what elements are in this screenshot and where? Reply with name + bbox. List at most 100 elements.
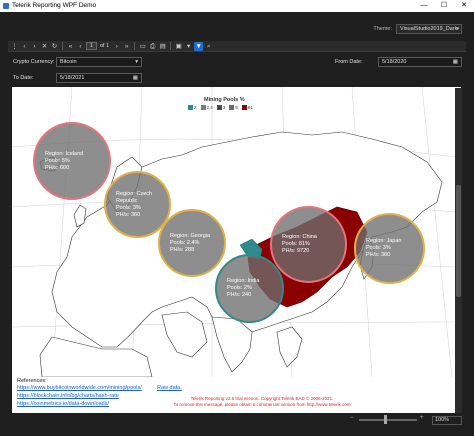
legend-item: 2.4 [200, 105, 213, 111]
legend-item: 81 [241, 105, 253, 111]
theme-select[interactable]: VisualStudio2019_Dark ▾ [396, 24, 462, 34]
window-title: Telerik Reporting WPF Demo [12, 2, 97, 9]
app-icon [3, 3, 9, 9]
bubble-phs: PH/s: 9720 [282, 248, 310, 254]
bubble-india: Region: India Pools: 2% PH/s: 240 [215, 254, 284, 323]
crypto-currency-label: Crypto Currency: [13, 59, 55, 65]
bubble-region: Region: Georgia [170, 232, 211, 239]
back-icon[interactable]: ‹ [20, 42, 29, 51]
to-date-picker[interactable]: 5/18/2021 ▦ [56, 73, 142, 83]
stop-icon[interactable]: ✕ [40, 42, 49, 51]
legend: 2 2.4 3 9 81 [188, 105, 253, 111]
legend-swatch [241, 105, 247, 111]
refresh-icon[interactable]: ↻ [50, 42, 59, 51]
legend-swatch [188, 105, 193, 111]
arabia-shape [161, 311, 208, 358]
vertical-scrollbar[interactable] [455, 88, 462, 413]
print-preview-icon[interactable]: ▭ [138, 42, 147, 51]
bubble-phs: PH/s: 240 [227, 292, 252, 298]
bubble-china: Region: China Pools: 81% PH/s: 9720 [270, 206, 347, 283]
to-date-value: 5/18/2021 [60, 75, 85, 81]
legend-label: 81 [247, 105, 253, 110]
next-page-icon[interactable]: › [112, 42, 121, 51]
legend-label: 9 [235, 105, 238, 110]
bubble-phs: PH/s: 288 [170, 246, 195, 253]
toolbar-divider [62, 42, 63, 50]
theme-row: Theme: VisualStudio2019_Dark ▾ [373, 24, 462, 34]
bubble-iceland: Region: Iceland Pools: 5% PH/s: 600 [33, 122, 111, 200]
legend-item: 2 [188, 105, 197, 111]
previous-page-icon[interactable]: ‹ [76, 42, 85, 51]
report-page: Mining Pools % 2 2.4 3 9 81 Region: Icel… [12, 87, 461, 413]
page-number-input[interactable]: 1 [86, 42, 97, 50]
legend-label: 3 [222, 105, 226, 110]
theme-label: Theme: [373, 26, 392, 32]
calendar-icon: ▦ [132, 75, 138, 81]
from-date-value: 5/18/2020 [382, 59, 407, 65]
filter-icon[interactable]: ▼ [194, 41, 204, 51]
bubble-phs: PH/s: 360 [116, 211, 141, 218]
zoom-slider[interactable] [359, 419, 417, 421]
search-icon[interactable]: ⌕ [204, 42, 213, 51]
trial-notice-line: To remove this message, please obtain a … [173, 402, 351, 407]
legend-swatch [200, 105, 206, 111]
toolbar-divider [134, 42, 136, 50]
from-date-picker[interactable]: 5/18/2020 ▦ [378, 57, 462, 67]
se-asia-shape [276, 326, 303, 368]
minimize-button[interactable]: — [414, 0, 434, 12]
crypto-currency-select[interactable]: Bitcoin ▾ [56, 57, 142, 67]
bubble-georgia: Region: Georgia Pools: 2.4% PH/s: 288 [158, 209, 226, 277]
scrollbar-thumb[interactable] [456, 185, 461, 297]
raw-data-link[interactable]: Raw data. [157, 385, 182, 391]
window-titlebar: Telerik Reporting WPF Demo — ☐ ✕ [0, 0, 474, 12]
bubble-japan: Region: Japan Pools: 3% PH/s: 360 [354, 213, 425, 284]
legend-swatch [216, 105, 222, 111]
references-title: References: [17, 378, 47, 384]
theme-value: VisualStudio2019_Dark [400, 26, 458, 32]
to-date-label: To Date: [13, 75, 34, 81]
calendar-icon: ▦ [452, 59, 458, 65]
print-icon[interactable]: ⎙ [148, 42, 157, 51]
reference-link[interactable]: https://www.buybitcoinworldwide.com/mini… [17, 385, 142, 391]
zoom-select[interactable]: 100% [432, 416, 462, 425]
bubble-pools: Pools: 3% [116, 204, 141, 211]
legend-item: 3 [216, 105, 226, 111]
toggle-doc-map-icon[interactable]: ⋮ [10, 42, 19, 51]
legend-label: 2 [194, 105, 197, 110]
bubble-region: Region: Iceland [45, 150, 84, 157]
bubble-region: Region: China [282, 234, 317, 240]
first-page-icon[interactable]: « [66, 42, 75, 51]
trial-notice-line: Telerik Reporting v2.5 trial version. Co… [190, 396, 334, 401]
bubble-pools: Pools: 2% [227, 285, 252, 291]
close-button[interactable]: ✕ [454, 0, 474, 12]
page-setup-icon[interactable]: ▤ [158, 42, 167, 51]
legend-label: 2.4 [206, 105, 213, 110]
forward-icon[interactable]: › [30, 42, 39, 51]
export-icon[interactable]: ▣ [174, 42, 183, 51]
bubble-phs: PH/s: 360 [366, 252, 391, 258]
toolbar-divider [170, 42, 172, 50]
chevron-down-icon: ▾ [135, 59, 138, 65]
from-date-label: From Date: [335, 59, 363, 65]
zoom-slider-thumb[interactable] [384, 415, 387, 424]
reference-link[interactable]: https://coinmetrics.io/data-downloads/ [17, 401, 109, 407]
crypto-currency-value: Bitcoin [60, 59, 77, 65]
report-toolbar: ⋮ ‹ › ✕ ↻ « ‹ 1 of 1 › » ▭ ⎙ ▤ ▣ ▾ ▼ ⌕ [8, 41, 466, 52]
bubble-pools: Pools: 5% [45, 157, 70, 164]
bubble-phs: PH/s: 600 [45, 164, 70, 171]
bubble-pools: Pools: 2.4% [170, 239, 200, 246]
zoom-in-icon[interactable]: + [420, 415, 424, 421]
status-bar [0, 413, 474, 436]
zoom-out-icon[interactable]: − [350, 415, 354, 421]
bubble-region: Region: India [227, 278, 260, 284]
page-count: of 1 [100, 43, 110, 49]
legend-title: Mining Pools % [204, 97, 245, 103]
last-page-icon[interactable]: » [122, 42, 131, 51]
legend-swatch [229, 105, 235, 111]
maximize-button[interactable]: ☐ [434, 0, 454, 12]
bubble-region: Region: Japan [366, 238, 402, 244]
reference-link[interactable]: https://blockchain.info/bg/charts/hash-r… [17, 393, 119, 399]
export-dropdown-icon[interactable]: ▾ [184, 42, 193, 51]
bubble-region: Region: Czech Republic [116, 190, 153, 204]
bubble-pools: Pools: 3% [366, 245, 391, 251]
